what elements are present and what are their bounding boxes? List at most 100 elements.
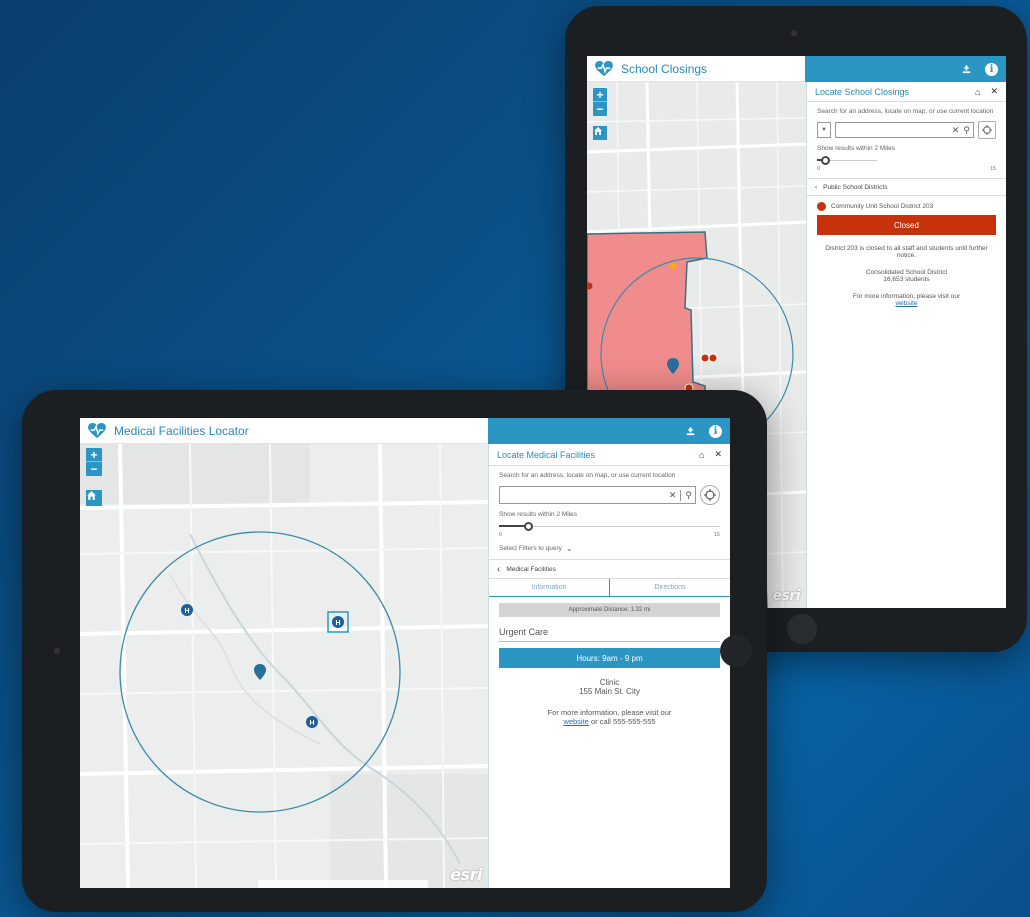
more-info-text: For more information, please visit our: [852, 293, 961, 300]
search-row: ▼ ✕ ⚲: [817, 121, 996, 139]
tablet-home-button: [720, 635, 752, 667]
svg-text:H: H: [309, 720, 314, 727]
website-link[interactable]: website: [895, 300, 917, 307]
current-location-button[interactable]: [978, 121, 996, 139]
filter-label: Select Filters to query: [499, 545, 562, 552]
search-hint: Search for an address, locate on map, or…: [499, 472, 676, 479]
home-extent-button[interactable]: [86, 490, 102, 506]
zoom-controls: + −: [86, 448, 102, 476]
slider-knob[interactable]: [523, 522, 533, 531]
back-label: Medical Facilities: [506, 565, 556, 573]
zoom-out-button[interactable]: −: [86, 462, 102, 476]
back-to-layer-button[interactable]: ‹ Medical Facilities: [489, 559, 730, 579]
chevron-left-icon: ‹: [497, 563, 501, 575]
radius-label: Show results within 2 Miles: [817, 145, 896, 152]
distance-badge: Approximate Distance: 1.32 mi: [499, 603, 720, 617]
heart-logo-icon: [88, 422, 106, 438]
panel-header: Locate Medical Facilities ⌂ ✕: [489, 444, 730, 466]
school-marker[interactable]: [708, 353, 718, 363]
home-icon: [87, 491, 96, 500]
crosshair-icon: [982, 125, 992, 135]
back-label: Public School Districts: [823, 183, 888, 191]
slider-range: 0 15: [817, 166, 996, 172]
panel-header: Locate School Closings ⌂ ✕: [807, 82, 1006, 102]
search-input[interactable]: ✕ ⚲: [835, 122, 974, 138]
hours-badge: Hours: 9am - 9 pm: [499, 648, 720, 668]
slider-knob[interactable]: [820, 156, 830, 165]
medical-screen: Medical Facilities Locator i H H H + − e…: [80, 418, 730, 888]
slider-min: 0: [817, 166, 821, 172]
panel-search-section: Search for an address, locate on map, or…: [489, 466, 730, 559]
app-header: School Closings: [587, 56, 805, 82]
tablet-camera: [54, 648, 60, 654]
header-toolbar: i: [488, 418, 730, 444]
clear-icon[interactable]: ✕: [952, 125, 960, 136]
contact-row: website or call 555-555-555: [489, 717, 730, 726]
collapse-icon[interactable]: ⌂: [975, 87, 980, 97]
medical-side-panel: Locate Medical Facilities ⌂ ✕ Search for…: [488, 444, 730, 888]
facility-type: Clinic: [599, 678, 620, 687]
facility-address: 155 Main St. City: [579, 687, 640, 696]
slider-range: 0 15: [499, 532, 720, 538]
school-marker[interactable]: [669, 262, 677, 270]
close-icon[interactable]: ✕: [714, 449, 722, 460]
phone-text: or call 555-555-555: [590, 717, 656, 726]
filter-dropdown[interactable]: Select Filters to query ⌄: [499, 544, 720, 553]
home-icon: [594, 127, 602, 135]
school-marker[interactable]: [700, 353, 710, 363]
scale-bar: [258, 880, 428, 888]
svg-text:H: H: [184, 608, 189, 615]
heart-logo-icon: [595, 60, 613, 76]
zoom-controls: + −: [593, 88, 607, 116]
school-side-panel: Locate School Closings ⌂ ✕ Search for an…: [806, 82, 1006, 608]
search-icon[interactable]: ⚲: [963, 125, 970, 136]
widget-icon[interactable]: [683, 424, 697, 438]
tab-directions[interactable]: Directions: [610, 579, 730, 596]
chevron-left-icon: ‹: [815, 183, 818, 191]
closure-description: District 203 is closed to all staff and …: [825, 245, 988, 259]
app-title: School Closings: [621, 61, 708, 76]
radius-slider[interactable]: [499, 522, 720, 532]
esri-logo: esri: [772, 588, 800, 604]
map-canvas: H H H: [80, 444, 488, 888]
zoom-in-button[interactable]: +: [86, 448, 102, 462]
search-icon[interactable]: ⚲: [680, 489, 692, 501]
district-type: Consolidated School District: [865, 269, 948, 276]
back-to-layer-button[interactable]: ‹ Public School Districts: [807, 178, 1006, 196]
collapse-icon[interactable]: ⌂: [699, 450, 704, 460]
slider-max: 15: [989, 166, 996, 172]
website-link-row: website: [807, 300, 1006, 307]
zoom-in-button[interactable]: +: [593, 88, 607, 102]
info-icon[interactable]: i: [985, 62, 998, 76]
current-location-button[interactable]: [700, 485, 720, 505]
close-icon[interactable]: ✕: [990, 86, 998, 97]
widget-icon[interactable]: [959, 62, 973, 76]
slider-max: 15: [713, 532, 720, 538]
header-toolbar: i: [805, 56, 1006, 82]
slider-min: 0: [499, 532, 503, 538]
panel-title: Locate Medical Facilities: [497, 449, 596, 460]
tablet-home-button: [787, 614, 817, 644]
detail-tabs: Information Directions: [489, 579, 730, 597]
search-input[interactable]: ✕ ⚲: [499, 486, 696, 504]
website-link[interactable]: website: [563, 717, 588, 726]
tab-information[interactable]: Information: [489, 579, 610, 596]
search-source-dropdown[interactable]: ▼: [817, 122, 831, 138]
search-hint: Search for an address, locate on map, or…: [817, 108, 994, 115]
home-extent-button[interactable]: [593, 126, 607, 140]
esri-logo: esri: [450, 865, 482, 884]
more-info-text: For more information, please visit our: [547, 708, 672, 717]
panel-title: Locate School Closings: [815, 86, 910, 97]
info-icon[interactable]: i: [709, 424, 722, 438]
zoom-out-button[interactable]: −: [593, 102, 607, 116]
panel-search-section: Search for an address, locate on map, or…: [807, 102, 1006, 178]
map-view[interactable]: H H H + − esri: [80, 444, 488, 888]
clear-icon[interactable]: ✕: [669, 490, 677, 501]
closed-marker-icon: [817, 202, 826, 211]
district-name: Community Unit School District 203: [831, 203, 934, 210]
result-header: Community Unit School District 203: [807, 196, 1006, 211]
radius-slider[interactable]: [817, 156, 877, 166]
app-header: Medical Facilities Locator: [80, 418, 488, 444]
student-count: 16,653 students: [883, 276, 930, 283]
search-row: ✕ ⚲: [499, 485, 720, 505]
